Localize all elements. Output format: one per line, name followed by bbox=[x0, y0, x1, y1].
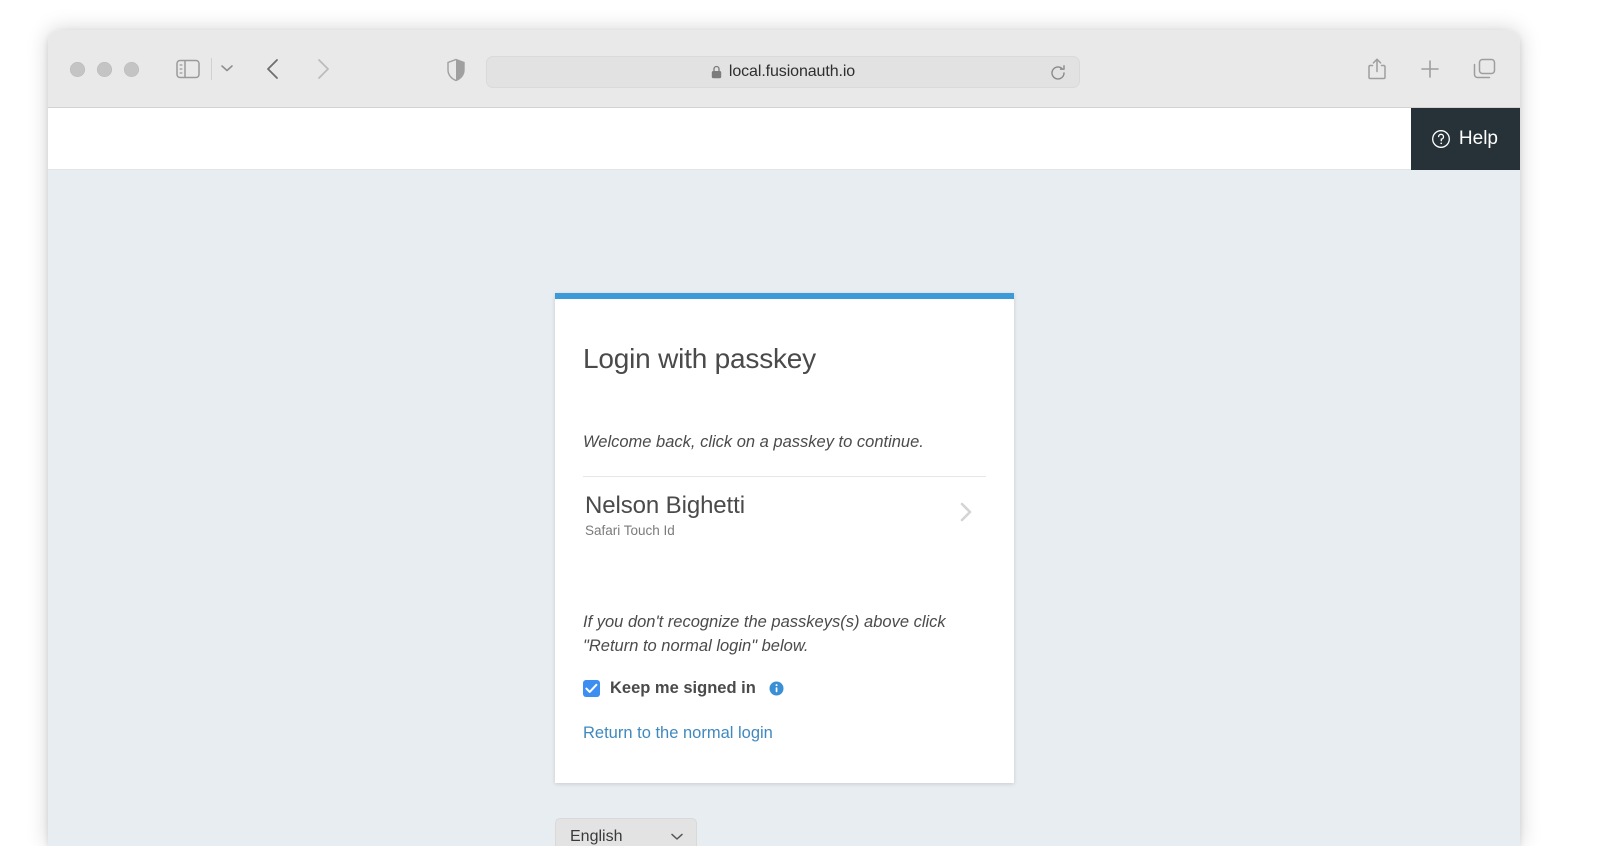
chevron-right-icon[interactable] bbox=[956, 498, 984, 531]
lead-text: Welcome back, click on a passkey to cont… bbox=[583, 433, 924, 451]
help-button-label: Help bbox=[1458, 128, 1498, 149]
close-window-button[interactable] bbox=[70, 62, 85, 77]
keep-signed-in-checkbox[interactable] bbox=[583, 680, 600, 698]
toolbar-divider bbox=[211, 58, 212, 80]
reload-icon[interactable] bbox=[1049, 64, 1067, 87]
browser-window: local.fusionauth.io Help Login with pass… bbox=[48, 30, 1520, 846]
minimize-window-button[interactable] bbox=[97, 62, 112, 77]
keep-signed-in-row: Keep me signed in bbox=[583, 679, 986, 698]
tabs-icon[interactable] bbox=[1473, 58, 1496, 85]
passkey-device: Safari Touch Id bbox=[585, 522, 675, 538]
chevron-down-icon[interactable] bbox=[670, 832, 684, 841]
sidebar-icon[interactable] bbox=[176, 59, 200, 79]
return-to-normal-login-link[interactable]: Return to the normal login bbox=[583, 724, 773, 742]
page-content: Help Login with passkey Welcome back, cl… bbox=[48, 108, 1520, 846]
chevron-down-icon[interactable] bbox=[220, 63, 234, 73]
language-select-value: English bbox=[570, 827, 623, 845]
lock-icon bbox=[711, 65, 722, 79]
card-body: Login with passkey Welcome back, click o… bbox=[555, 299, 1014, 783]
passkey-list: Nelson Bighetti Safari Touch Id bbox=[583, 476, 986, 552]
shield-icon[interactable] bbox=[446, 58, 466, 82]
login-card: Login with passkey Welcome back, click o… bbox=[555, 293, 1014, 784]
passkey-info: Nelson Bighetti Safari Touch Id bbox=[585, 492, 745, 538]
window-traffic-lights bbox=[70, 62, 139, 77]
unrecognized-passkey-notice: If you don't recognize the passkeys(s) a… bbox=[583, 612, 946, 656]
browser-toolbar: local.fusionauth.io bbox=[48, 30, 1520, 108]
info-icon[interactable] bbox=[769, 681, 784, 696]
plus-icon[interactable] bbox=[1419, 58, 1441, 85]
passkey-row[interactable]: Nelson Bighetti Safari Touch Id bbox=[583, 477, 986, 552]
back-button[interactable] bbox=[264, 57, 282, 81]
question-circle-icon bbox=[1431, 129, 1451, 149]
zoom-window-button[interactable] bbox=[124, 62, 139, 77]
language-select[interactable]: English bbox=[555, 818, 697, 846]
forward-button[interactable] bbox=[314, 57, 332, 81]
toolbar-right-icons bbox=[1367, 57, 1496, 86]
page-title: Login with passkey bbox=[583, 343, 816, 374]
app-header: Help bbox=[48, 108, 1520, 170]
address-bar-text: local.fusionauth.io bbox=[728, 63, 856, 80]
address-bar[interactable]: local.fusionauth.io bbox=[486, 56, 1080, 88]
passkey-name: Nelson Bighetti bbox=[585, 492, 745, 519]
keep-signed-in-label: Keep me signed in bbox=[610, 679, 756, 698]
share-icon[interactable] bbox=[1367, 57, 1387, 86]
help-button[interactable]: Help bbox=[1410, 108, 1520, 170]
